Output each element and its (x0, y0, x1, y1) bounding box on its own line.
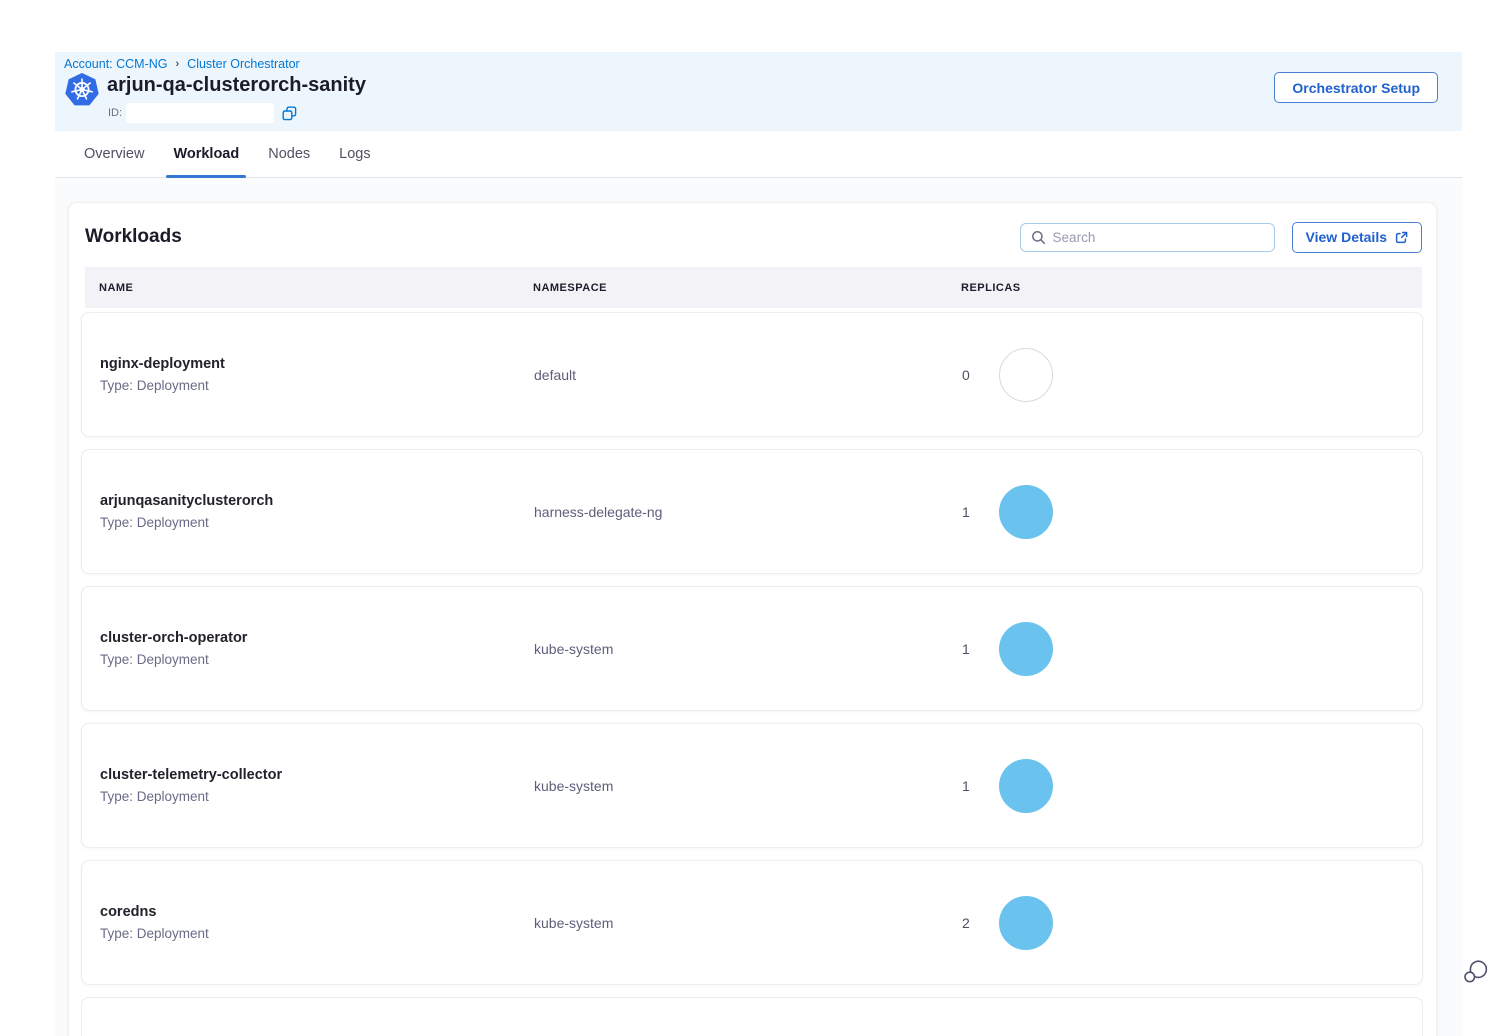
table-row[interactable]: cluster-orch-operator Type: Deployment k… (81, 586, 1423, 711)
orchestrator-setup-button[interactable]: Orchestrator Setup (1274, 72, 1438, 103)
column-header-replicas: REPLICAS (961, 282, 1422, 294)
workload-name: cluster-orch-operator (100, 630, 534, 646)
replica-count: 1 (962, 778, 972, 794)
workload-type: Type: Deployment (100, 515, 534, 530)
content-area: Workloads View Details (55, 178, 1462, 1036)
column-header-namespace: NAMESPACE (533, 282, 961, 294)
workload-replicas-cell: 1 (962, 485, 1422, 539)
copy-icon[interactable] (282, 106, 297, 121)
workload-type: Type: Deployment (100, 378, 534, 393)
tab-bar: Overview Workload Nodes Logs (55, 131, 1462, 178)
workload-namespace: kube-system (534, 778, 962, 794)
replica-count: 1 (962, 641, 972, 657)
workload-type: Type: Deployment (100, 926, 534, 941)
tab-nodes[interactable]: Nodes (268, 131, 310, 177)
workload-replicas-cell: 1 (962, 622, 1422, 676)
table-body: nginx-deployment Type: Deployment defaul… (81, 312, 1423, 1036)
replica-count: 2 (962, 915, 972, 931)
workload-namespace: harness-delegate-ng (534, 504, 962, 520)
workload-name: coredns (100, 904, 534, 920)
workload-name-cell: arjunqasanityclusterorch Type: Deploymen… (100, 493, 534, 530)
search-icon (1031, 230, 1046, 245)
workload-type: Type: Deployment (100, 789, 534, 804)
external-link-icon (1395, 231, 1408, 244)
workloads-search[interactable] (1020, 223, 1275, 252)
replica-count: 0 (962, 367, 972, 383)
view-details-label: View Details (1306, 229, 1387, 245)
replica-status-circle (999, 622, 1053, 676)
kubernetes-icon (65, 73, 99, 107)
page-title: arjun-qa-clusterorch-sanity (107, 74, 366, 97)
table-row[interactable]: coredns Type: Deployment kube-system 2 (81, 860, 1423, 985)
workload-name: nginx-deployment (100, 356, 534, 372)
workload-name-cell: cluster-telemetry-collector Type: Deploy… (100, 767, 534, 804)
replica-status-circle (999, 759, 1053, 813)
table-row-partial[interactable] (81, 997, 1423, 1036)
search-input[interactable] (1053, 230, 1264, 245)
chat-bubbles-icon[interactable] (1462, 958, 1490, 986)
id-label: ID: (108, 107, 122, 119)
workload-replicas-cell: 1 (962, 759, 1422, 813)
workload-name: cluster-telemetry-collector (100, 767, 534, 783)
id-redacted-value (126, 103, 274, 123)
view-details-button[interactable]: View Details (1292, 222, 1422, 253)
workload-namespace: kube-system (534, 915, 962, 931)
table-header: NAME NAMESPACE REPLICAS (85, 267, 1422, 308)
replica-status-circle (999, 485, 1053, 539)
column-header-name: NAME (99, 282, 533, 294)
workload-replicas-cell: 2 (962, 896, 1422, 950)
replica-count: 1 (962, 504, 972, 520)
app-frame: Account: CCM-NG › Cluster Orchestrator a… (55, 52, 1462, 1036)
cluster-id-line: ID: (108, 102, 297, 124)
workload-replicas-cell: 0 (962, 348, 1422, 402)
page-header: Account: CCM-NG › Cluster Orchestrator a… (55, 52, 1462, 131)
workloads-card-header: Workloads View Details (85, 221, 1422, 253)
table-row[interactable]: cluster-telemetry-collector Type: Deploy… (81, 723, 1423, 848)
breadcrumb-chevron-icon: › (176, 58, 180, 70)
workload-name-cell: cluster-orch-operator Type: Deployment (100, 630, 534, 667)
workload-name: arjunqasanityclusterorch (100, 493, 534, 509)
replica-status-circle (999, 348, 1053, 402)
tab-logs[interactable]: Logs (339, 131, 370, 177)
workload-namespace: default (534, 367, 962, 383)
table-row[interactable]: arjunqasanityclusterorch Type: Deploymen… (81, 449, 1423, 574)
workloads-card: Workloads View Details (68, 202, 1437, 1036)
workload-name-cell: nginx-deployment Type: Deployment (100, 356, 534, 393)
tab-overview[interactable]: Overview (84, 131, 144, 177)
breadcrumb: Account: CCM-NG › Cluster Orchestrator (64, 57, 300, 71)
workload-namespace: kube-system (534, 641, 962, 657)
replica-status-circle (999, 896, 1053, 950)
tab-workload[interactable]: Workload (173, 131, 239, 177)
breadcrumb-page-link[interactable]: Cluster Orchestrator (187, 57, 300, 71)
workload-name-cell: coredns Type: Deployment (100, 904, 534, 941)
workload-type: Type: Deployment (100, 652, 534, 667)
workloads-title: Workloads (85, 226, 1020, 248)
breadcrumb-account-link[interactable]: Account: CCM-NG (64, 57, 168, 71)
table-row[interactable]: nginx-deployment Type: Deployment defaul… (81, 312, 1423, 437)
